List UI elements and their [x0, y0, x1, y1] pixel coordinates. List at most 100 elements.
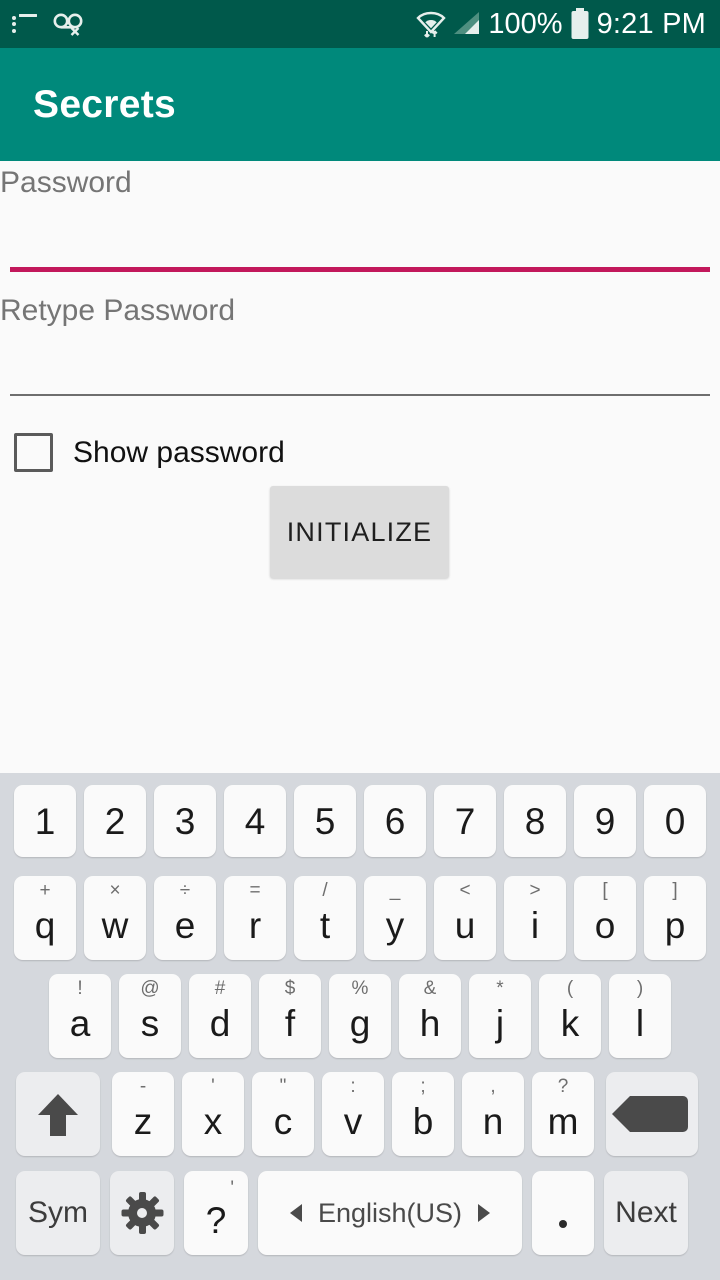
letter-key-v[interactable]: :v: [322, 1072, 384, 1156]
letter-key-b[interactable]: ; b: [392, 1072, 454, 1156]
key-label-u: u: [454, 904, 476, 946]
question-key-label: ?: [205, 1199, 227, 1241]
key-label-y: y: [385, 904, 405, 946]
backspace-key[interactable]: [606, 1072, 698, 1156]
list-icon: [12, 14, 38, 34]
letter-key-n[interactable]: ,n: [462, 1072, 524, 1156]
key-label-b: b: [412, 1100, 434, 1142]
key-sup-i: >: [529, 880, 541, 901]
key-sup-p: ]: [672, 880, 678, 901]
key-sup-j: *: [496, 978, 504, 999]
number-key-1[interactable]: 1: [14, 785, 76, 857]
show-password-checkbox[interactable]: Show password: [14, 433, 285, 472]
letter-key-j[interactable]: * j: [469, 974, 531, 1058]
number-key-8[interactable]: 8: [504, 785, 566, 857]
letter-key-c[interactable]: " c: [252, 1072, 314, 1156]
letter-key-s[interactable]: @ s: [119, 974, 181, 1058]
letter-key-e[interactable]: ÷ e: [154, 876, 216, 960]
letter-key-l[interactable]: ) l: [609, 974, 671, 1058]
keyboard-row-numbers: 1 2 3 4 5 6 7 8 9 0: [0, 773, 720, 869]
key-label-1: 1: [34, 800, 56, 842]
number-key-7[interactable]: 7: [434, 785, 496, 857]
key-sup-a: !: [77, 978, 83, 999]
number-key-5[interactable]: 5: [294, 785, 356, 857]
key-label-d: d: [209, 1002, 231, 1044]
letter-key-w[interactable]: × w: [84, 876, 146, 960]
period-key[interactable]: [532, 1171, 594, 1255]
next-key[interactable]: Next: [604, 1171, 688, 1255]
key-label-g: g: [349, 1002, 371, 1044]
key-label-r: r: [248, 904, 262, 946]
on-screen-keyboard: 1234567890 + q × w ÷ e = r / t _ y < u > i[o] p ! a @ s # d $ f…: [0, 773, 720, 1280]
key-sup-l: ): [636, 978, 644, 999]
question-key-sup: ': [230, 1178, 234, 1199]
number-key-0[interactable]: 0: [644, 785, 706, 857]
initialize-button[interactable]: INITIALIZE: [270, 486, 449, 578]
number-key-9[interactable]: 9: [574, 785, 636, 857]
number-key-3[interactable]: 3: [154, 785, 216, 857]
letter-key-q[interactable]: + q: [14, 876, 76, 960]
space-key[interactable]: English(US): [258, 1171, 522, 1255]
retype-password-field-label: Retype Password: [0, 294, 236, 327]
letter-key-r[interactable]: = r: [224, 876, 286, 960]
checkbox-box-icon[interactable]: [14, 433, 53, 472]
question-key[interactable]: ' ?: [184, 1171, 248, 1255]
key-sup-s: @: [140, 978, 160, 999]
letter-key-i[interactable]: > i: [504, 876, 566, 960]
key-sup-z: -: [139, 1076, 147, 1097]
status-bar-left-icons: [12, 11, 86, 37]
letter-key-f[interactable]: $ f: [259, 974, 321, 1058]
letter-key-y[interactable]: _ y: [364, 876, 426, 960]
letter-key-g[interactable]: % g: [329, 974, 391, 1058]
backspace-icon: [612, 1096, 688, 1132]
key-label-8: 8: [524, 800, 546, 842]
key-label-j: j: [495, 1002, 505, 1044]
keyboard-row-top: + q × w ÷ e = r / t _ y < u > i[o] p: [0, 869, 720, 967]
key-sup-o: [: [602, 880, 608, 901]
letter-key-u[interactable]: < u: [434, 876, 496, 960]
letter-key-a[interactable]: ! a: [49, 974, 111, 1058]
key-label-n: n: [482, 1100, 504, 1142]
letter-key-p[interactable]: ] p: [644, 876, 706, 960]
cellular-signal-icon: [454, 12, 480, 34]
number-key-4[interactable]: 4: [224, 785, 286, 857]
key-label-7: 7: [454, 800, 476, 842]
sym-key[interactable]: Sym: [16, 1171, 100, 1255]
key-sup-h: &: [423, 978, 437, 999]
retype-password-field[interactable]: Retype Password: [0, 289, 720, 399]
letter-key-o[interactable]: [o: [574, 876, 636, 960]
letter-key-k[interactable]: (k: [539, 974, 601, 1058]
password-field-label: Password: [0, 166, 132, 199]
previous-language-icon[interactable]: [289, 1204, 302, 1222]
letter-key-m[interactable]: ? m: [532, 1072, 594, 1156]
keyboard-row-function: Sym ' ? English(US) Next: [0, 1163, 720, 1263]
letter-key-h[interactable]: & h: [399, 974, 461, 1058]
key-label-c: c: [273, 1100, 293, 1142]
number-key-2[interactable]: 2: [84, 785, 146, 857]
shift-key[interactable]: [16, 1072, 100, 1156]
key-label-q: q: [34, 904, 56, 946]
space-key-label: English(US): [317, 1197, 463, 1228]
key-label-p: p: [664, 904, 686, 946]
number-key-6[interactable]: 6: [364, 785, 426, 857]
key-label-v: v: [343, 1100, 363, 1142]
password-field[interactable]: Password: [0, 161, 720, 281]
key-sup-u: <: [459, 880, 471, 901]
letter-key-x[interactable]: ' x: [182, 1072, 244, 1156]
key-sup-t: /: [322, 880, 328, 901]
key-label-x: x: [203, 1100, 223, 1142]
key-sup-b: ;: [420, 1076, 426, 1097]
letter-key-d[interactable]: # d: [189, 974, 251, 1058]
key-sup-n: ,: [490, 1076, 496, 1097]
next-language-icon[interactable]: [478, 1204, 491, 1222]
next-key-label: Next: [615, 1196, 677, 1229]
form-content: Password Retype Password Show password I…: [0, 161, 720, 773]
key-sup-x: ': [211, 1076, 215, 1097]
key-label-2: 2: [104, 800, 126, 842]
keyboard-row-bottom: - z ' x " c: v; b, n? m: [0, 1065, 720, 1163]
key-label-6: 6: [384, 800, 406, 842]
key-sup-d: #: [214, 978, 226, 999]
settings-key[interactable]: [110, 1171, 174, 1255]
letter-key-t[interactable]: / t: [294, 876, 356, 960]
letter-key-z[interactable]: -z: [112, 1072, 174, 1156]
